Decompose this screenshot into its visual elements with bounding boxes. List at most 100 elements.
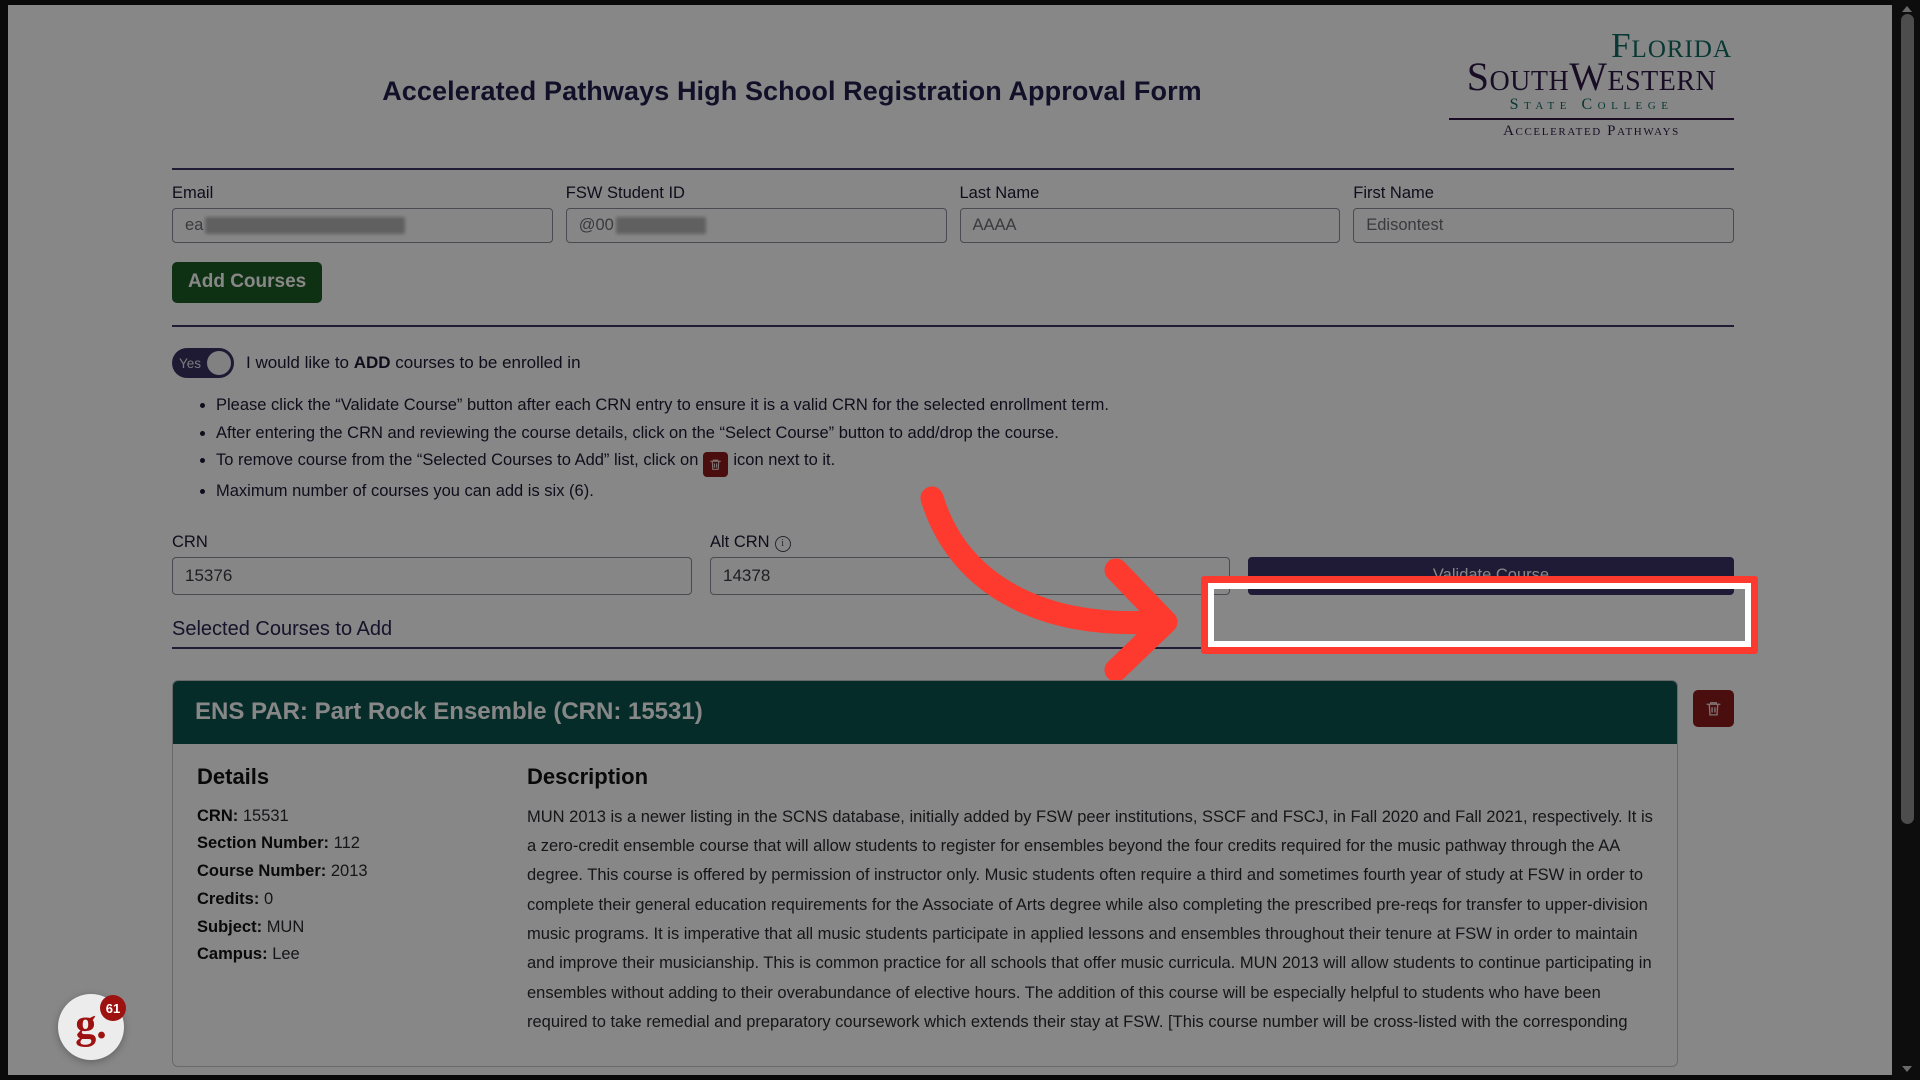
grammarly-badge[interactable]: g. 61 xyxy=(58,994,126,1060)
window-frame-top xyxy=(0,0,1920,5)
field-label-fsw-student-id: FSW Student ID xyxy=(565,184,685,202)
instructions-list: Please click the “Validate Course” butto… xyxy=(172,393,1734,505)
crn-input[interactable]: 15376 xyxy=(172,556,692,595)
page-header: Accelerated Pathways High School Registr… xyxy=(172,0,1734,168)
student-info-row: Email ea FSW Student ID @00 Last Name AA… xyxy=(172,184,1734,243)
detail-value: 2013 xyxy=(330,862,368,881)
detail-section-number: Section Number: 112 xyxy=(197,830,497,858)
email-redaction xyxy=(205,217,406,234)
field-label-email: Email xyxy=(172,184,214,202)
field-crn: CRN 15376 xyxy=(172,533,692,595)
instruction-text: After entering the CRN and reviewing the… xyxy=(216,423,1059,442)
list-item: Maximum number of courses you can add is… xyxy=(216,479,1734,505)
add-courses-toggle-label: I would like to ADD courses to be enroll… xyxy=(246,353,581,373)
field-first-name: First Name Edisontest xyxy=(1353,184,1734,243)
course-card: ENS PAR: Part Rock Ensemble (CRN: 15531)… xyxy=(172,679,1678,1067)
alt-crn-input[interactable]: 14378 xyxy=(710,556,1230,595)
first-name-input[interactable]: Edisontest xyxy=(1353,208,1734,243)
description-heading: Description xyxy=(527,763,649,789)
field-alt-crn: Alt CRN i 14378 xyxy=(710,533,1230,595)
instruction-text: Maximum number of courses you can add is… xyxy=(216,482,594,501)
first-name-value: Edisontest xyxy=(1366,216,1444,234)
add-courses-toggle-row: Yes I would like to ADD courses to be en… xyxy=(172,348,1734,378)
field-label-alt-crn: Alt CRN i xyxy=(710,533,1230,552)
scrollbar-thumb[interactable] xyxy=(1901,14,1914,824)
fsw-logo: Florida SouthWestern State College Accel… xyxy=(1449,28,1734,139)
header-divider xyxy=(172,168,1734,170)
registration-form-page: Accelerated Pathways High School Registr… xyxy=(0,0,1920,1080)
logo-line-accelerated-pathways: Accelerated Pathways xyxy=(1503,123,1680,139)
crn-entry-row: CRN 15376 Alt CRN i 14378 Validate Course xyxy=(172,533,1734,595)
detail-value: MUN xyxy=(266,917,305,936)
toggle-text-prefix: I would like to xyxy=(246,353,354,372)
logo-divider xyxy=(1449,118,1734,120)
section-divider-1 xyxy=(172,325,1734,327)
logo-line-state-college: State College xyxy=(1509,96,1674,113)
detail-label: Campus: xyxy=(197,945,268,964)
browser-viewport: Accelerated Pathways High School Registr… xyxy=(0,0,1920,1080)
toggle-text-emphasis: ADD xyxy=(353,353,391,372)
window-frame-bottom xyxy=(0,1075,1920,1080)
detail-label: Subject: xyxy=(197,917,263,936)
detail-value: 15531 xyxy=(242,806,289,825)
email-input[interactable]: ea xyxy=(172,208,553,243)
details-heading: Details xyxy=(197,763,270,789)
detail-label: Section Number: xyxy=(197,834,330,853)
last-name-value: AAAA xyxy=(972,216,1017,234)
toggle-knob xyxy=(207,351,231,375)
instruction-text: Please click the “Validate Course” butto… xyxy=(216,396,1109,414)
course-card-body: Details CRN: 15531 Section Number: 112 C… xyxy=(173,744,1677,1066)
crn-value: 15376 xyxy=(185,565,233,585)
fsw-student-id-value: @00 xyxy=(578,216,614,234)
course-description-text: MUN 2013 is a newer listing in the SCNS … xyxy=(527,807,1653,1032)
remove-course-button[interactable] xyxy=(1693,689,1734,727)
field-label-last-name: Last Name xyxy=(959,184,1040,202)
trash-icon xyxy=(703,452,729,478)
fsw-student-id-input[interactable]: @00 xyxy=(565,208,947,243)
fsw-student-id-redaction xyxy=(615,217,706,234)
field-fsw-student-id: FSW Student ID @00 xyxy=(565,184,947,243)
validate-course-button[interactable]: Validate Course xyxy=(1248,556,1734,595)
detail-label: Course Number: xyxy=(197,862,327,881)
detail-value: 0 xyxy=(263,889,274,908)
field-label-crn: CRN xyxy=(172,532,208,551)
selected-course-row: ENS PAR: Part Rock Ensemble (CRN: 15531)… xyxy=(172,679,1734,1067)
detail-credits: Credits: 0 xyxy=(197,886,497,914)
scroll-down-arrow-icon[interactable] xyxy=(1902,1066,1912,1072)
grammarly-count-badge: 61 xyxy=(100,995,126,1021)
add-courses-toggle[interactable]: Yes xyxy=(172,348,234,378)
alt-crn-value: 14378 xyxy=(723,565,771,585)
alt-crn-label-text: Alt CRN xyxy=(710,532,770,551)
window-frame-left xyxy=(0,0,8,1080)
page-title: Accelerated Pathways High School Registr… xyxy=(382,76,1202,106)
list-item: To remove course from the “Selected Cour… xyxy=(216,448,1734,478)
detail-value: 112 xyxy=(333,834,360,853)
list-item: Please click the “Validate Course” butto… xyxy=(216,393,1734,419)
field-email: Email ea xyxy=(172,184,553,243)
add-courses-button[interactable]: Add Courses xyxy=(172,262,323,303)
detail-subject: Subject: MUN xyxy=(197,914,497,942)
course-description-column: Description MUN 2013 is a newer listing … xyxy=(527,764,1653,1038)
list-item: After entering the CRN and reviewing the… xyxy=(216,421,1734,447)
course-card-header: ENS PAR: Part Rock Ensemble (CRN: 15531) xyxy=(173,680,1677,744)
detail-crn: CRN: 15531 xyxy=(197,803,497,831)
field-last-name: Last Name AAAA xyxy=(959,184,1341,243)
last-name-input[interactable]: AAAA xyxy=(959,208,1341,243)
detail-value: Lee xyxy=(272,945,300,964)
trash-icon xyxy=(1706,701,1721,716)
scroll-up-arrow-icon[interactable] xyxy=(1902,6,1912,12)
logo-line-southwestern: SouthWestern xyxy=(1466,54,1717,99)
info-icon[interactable]: i xyxy=(774,535,791,552)
detail-label: CRN: xyxy=(197,806,239,825)
toggle-text-suffix: courses to be enrolled in xyxy=(390,353,581,372)
instruction-text-post: icon next to it. xyxy=(733,451,836,470)
toggle-state-label: Yes xyxy=(179,355,202,371)
selected-courses-title: Selected Courses to Add xyxy=(172,617,393,640)
course-details-column: Details CRN: 15531 Section Number: 112 C… xyxy=(197,764,497,1038)
field-label-first-name: First Name xyxy=(1353,184,1434,202)
detail-campus: Campus: Lee xyxy=(197,941,497,969)
detail-course-number: Course Number: 2013 xyxy=(197,858,497,886)
section-divider-2 xyxy=(172,646,1734,649)
validate-course-wrapper: Validate Course xyxy=(1248,556,1734,595)
email-value: ea xyxy=(185,216,204,234)
